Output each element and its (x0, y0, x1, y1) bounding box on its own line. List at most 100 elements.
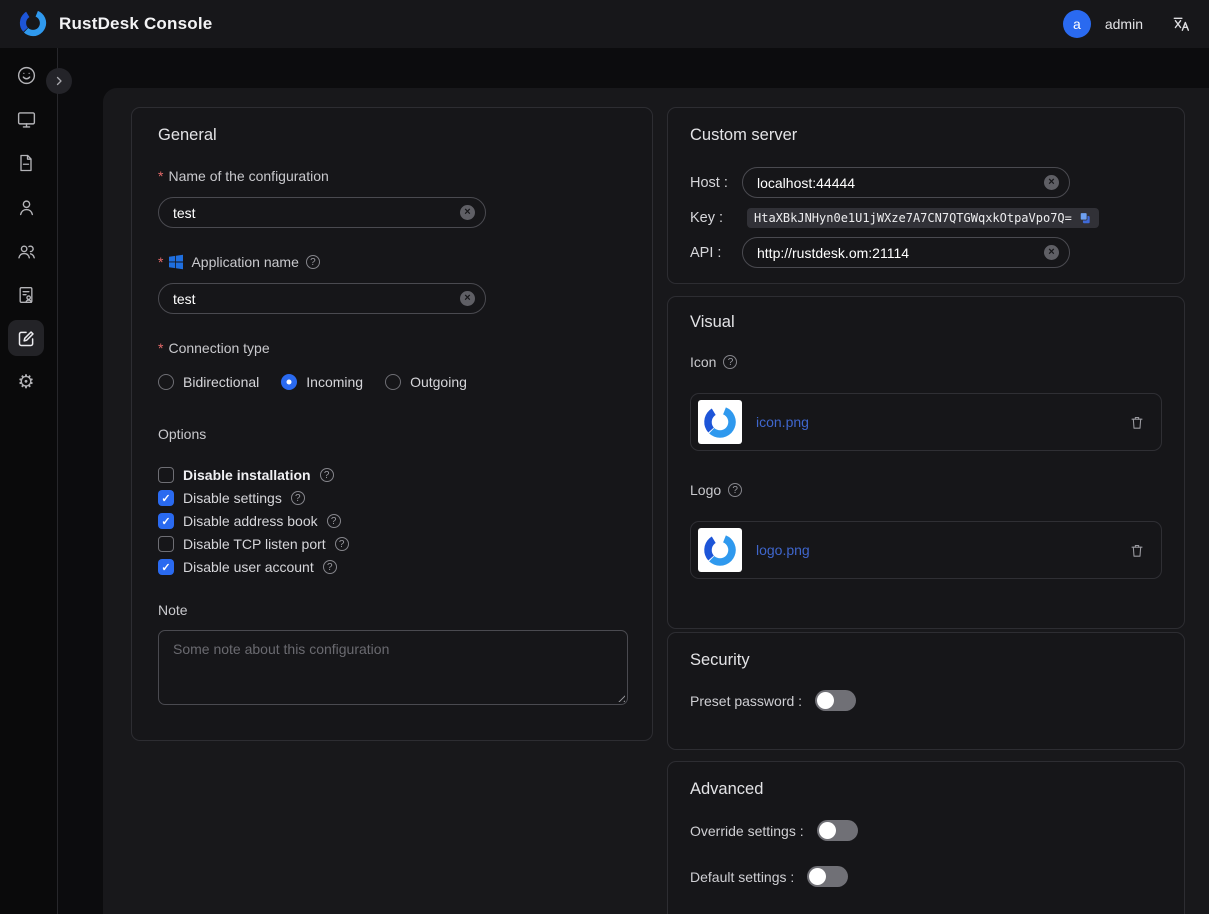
visual-title: Visual (690, 313, 735, 332)
app-header: RustDesk Console a admin (0, 0, 1209, 48)
options-group: Disable installation ? Disable settings … (158, 467, 349, 575)
sidebar-expand-button[interactable] (46, 68, 72, 94)
radio-circle[interactable] (281, 374, 297, 390)
copy-icon[interactable] (1078, 211, 1092, 225)
icon-thumbnail (698, 400, 742, 444)
radio-bidirectional[interactable]: Bidirectional (158, 374, 259, 390)
clear-icon[interactable]: × (460, 205, 475, 220)
clear-icon[interactable]: × (460, 291, 475, 306)
host-input[interactable]: localhost:44444 × (742, 167, 1070, 198)
radio-outgoing[interactable]: Outgoing (385, 374, 467, 390)
radio-circle[interactable] (158, 374, 174, 390)
radio-circle[interactable] (385, 374, 401, 390)
default-settings-label: Default settings : (690, 869, 794, 885)
app-title: RustDesk Console (59, 14, 212, 34)
connection-type-label: * Connection type (158, 340, 270, 356)
custom-server-card: Custom server Host : localhost:44444 × K… (667, 107, 1185, 284)
config-name-label: * Name of the configuration (158, 168, 329, 184)
trash-icon[interactable] (1129, 414, 1145, 431)
app-name-input[interactable]: test × (158, 283, 486, 314)
sidebar-item-audit[interactable] (8, 277, 44, 313)
host-row: Host : (690, 167, 742, 198)
help-icon[interactable]: ? (323, 560, 337, 574)
default-settings-row: Default settings : (690, 866, 848, 887)
help-icon[interactable]: ? (335, 537, 349, 551)
override-settings-toggle[interactable] (817, 820, 858, 841)
security-card: Security Preset password : (667, 632, 1185, 750)
visual-card: Visual Icon ? icon.png Logo ? logo.png (667, 296, 1185, 629)
icon-label: Icon ? (690, 354, 737, 370)
logo-label: Logo ? (690, 482, 742, 498)
sidebar-item-settings[interactable]: ⚙ (8, 364, 44, 400)
document-search-icon (16, 285, 36, 305)
clear-icon[interactable]: × (1044, 245, 1059, 260)
note-placeholder: Some note about this configuration (173, 641, 389, 657)
default-settings-toggle[interactable] (807, 866, 848, 887)
sidebar-item-groups[interactable] (8, 233, 44, 269)
app-name-label: * Application name ? (158, 254, 320, 270)
radio-incoming[interactable]: Incoming (281, 374, 363, 390)
advanced-card: Advanced Override settings : Default set… (667, 761, 1185, 914)
sidebar: ⚙ (0, 48, 58, 914)
key-value: HtaXBkJNHyn0e1U1jWXze7A7CN7QTGWqxkOtpaVp… (747, 208, 1099, 228)
help-icon[interactable]: ? (723, 355, 737, 369)
custom-server-title: Custom server (690, 126, 797, 145)
option-disable-settings[interactable]: Disable settings ? (158, 490, 349, 506)
windows-logo-icon (168, 254, 184, 270)
user-name[interactable]: admin (1105, 16, 1143, 32)
document-icon (16, 153, 36, 173)
preset-password-label: Preset password : (690, 693, 802, 709)
checkbox[interactable] (158, 559, 174, 575)
general-title: General (158, 126, 217, 145)
checkbox[interactable] (158, 467, 174, 483)
avatar[interactable]: a (1063, 10, 1091, 38)
override-settings-label: Override settings : (690, 823, 804, 839)
api-input[interactable]: http://rustdesk.om:21114 × (742, 237, 1070, 268)
rustdesk-logo-icon (18, 8, 48, 41)
api-label: API : (690, 245, 742, 261)
help-icon[interactable]: ? (728, 483, 742, 497)
api-row: API : (690, 237, 742, 268)
options-label: Options (158, 426, 206, 442)
clear-icon[interactable]: × (1044, 175, 1059, 190)
checkbox[interactable] (158, 536, 174, 552)
icon-file-link[interactable]: icon.png (756, 414, 809, 430)
checkbox[interactable] (158, 513, 174, 529)
required-asterisk: * (158, 168, 163, 184)
group-icon (16, 241, 37, 262)
general-card: General * Name of the configuration test… (131, 107, 653, 741)
security-title: Security (690, 651, 750, 670)
preset-password-toggle[interactable] (815, 690, 856, 711)
help-icon[interactable]: ? (327, 514, 341, 528)
logo-thumbnail (698, 528, 742, 572)
sidebar-item-custom-clients[interactable] (8, 320, 44, 356)
sidebar-item-dashboard[interactable] (8, 57, 44, 93)
connection-type-group: Bidirectional Incoming Outgoing (158, 374, 479, 390)
option-disable-tcp-listen-port[interactable]: Disable TCP listen port ? (158, 536, 349, 552)
advanced-title: Advanced (690, 780, 763, 799)
smiley-icon (16, 65, 37, 86)
brand: RustDesk Console (18, 8, 212, 41)
trash-icon[interactable] (1129, 542, 1145, 559)
option-disable-user-account[interactable]: Disable user account ? (158, 559, 349, 575)
translate-icon[interactable] (1171, 14, 1191, 34)
override-settings-row: Override settings : (690, 820, 858, 841)
resize-grip-icon[interactable] (615, 692, 625, 702)
sidebar-item-documents[interactable] (8, 145, 44, 181)
key-label: Key : (690, 210, 742, 226)
config-name-input[interactable]: test × (158, 197, 486, 228)
preset-password-row: Preset password : (690, 690, 856, 711)
sidebar-item-devices[interactable] (8, 101, 44, 137)
note-label: Note (158, 602, 188, 618)
sidebar-item-users[interactable] (8, 189, 44, 225)
option-disable-address-book[interactable]: Disable address book ? (158, 513, 349, 529)
note-textarea[interactable]: Some note about this configuration (158, 630, 628, 705)
checkbox[interactable] (158, 490, 174, 506)
logo-file-link[interactable]: logo.png (756, 542, 810, 558)
key-row: Key : HtaXBkJNHyn0e1U1jWXze7A7CN7QTGWqxk… (690, 207, 1099, 229)
help-icon[interactable]: ? (291, 491, 305, 505)
option-disable-installation[interactable]: Disable installation ? (158, 467, 349, 483)
logo-upload-box: logo.png (690, 521, 1162, 579)
help-icon[interactable]: ? (306, 255, 320, 269)
help-icon[interactable]: ? (320, 468, 334, 482)
